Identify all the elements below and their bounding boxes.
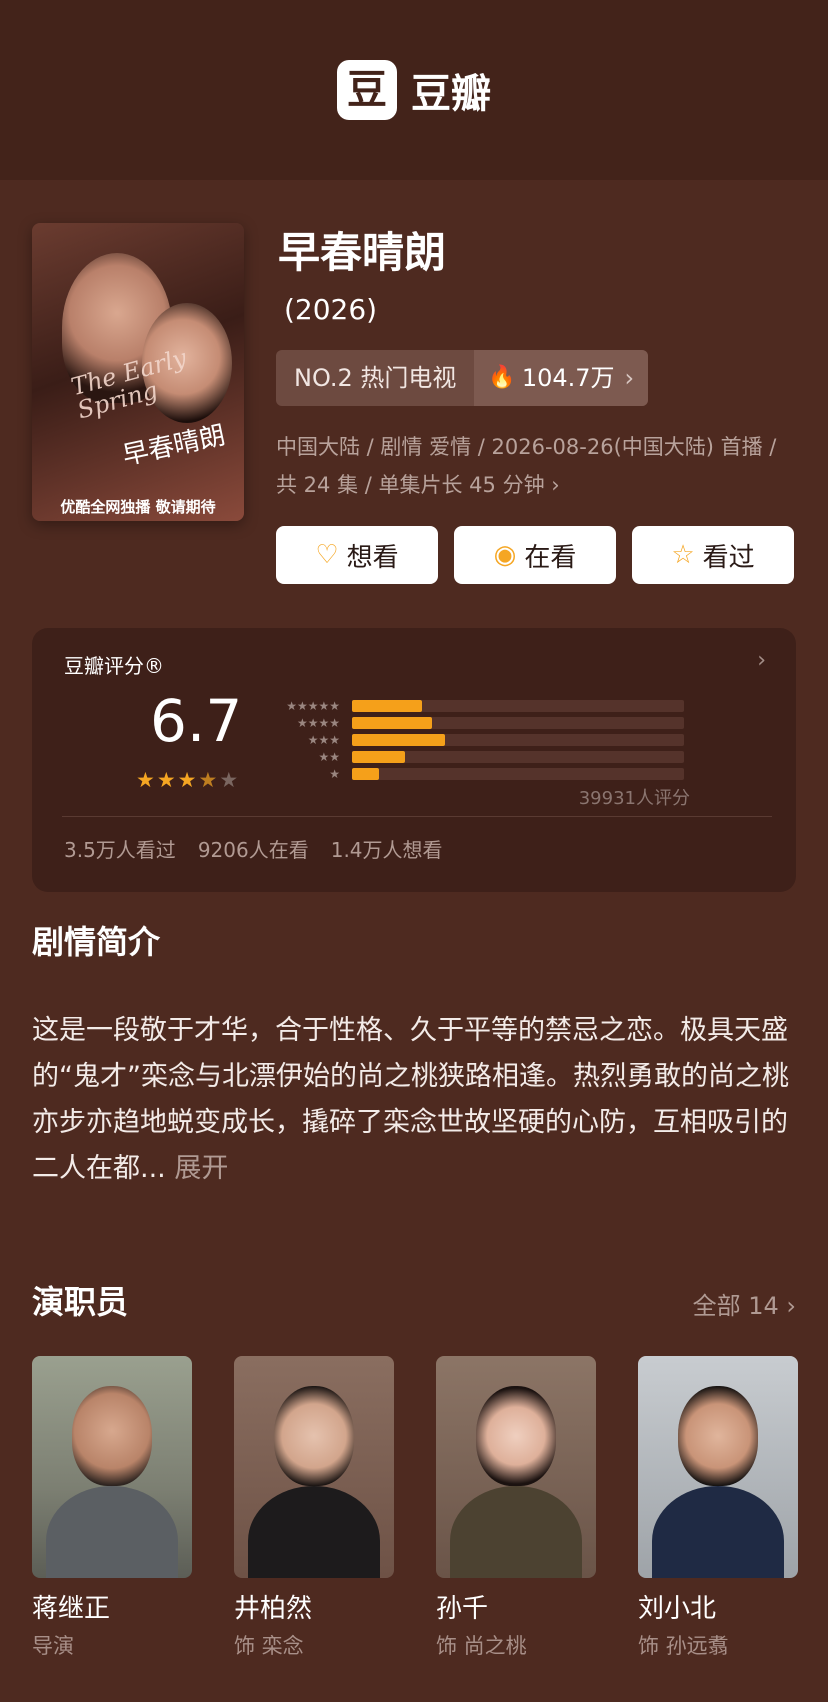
show-year: (2026) <box>284 293 378 326</box>
distribution-row: ★ <box>272 766 684 782</box>
distribution-fill <box>352 717 432 729</box>
cast-member[interactable]: 蒋继正 导演 <box>32 1356 192 1660</box>
distribution-row: ★★ <box>272 749 684 765</box>
chevron-right-icon: › <box>786 1292 796 1320</box>
ranking-badge[interactable]: NO.2 热门电视 🔥 104.7万 › <box>276 350 649 406</box>
cast-name: 孙千 <box>436 1594 489 1624</box>
rating-card[interactable]: 豆瓣评分® › 6.7 ★★★★★ ★★★★★ ★★★★ ★★★ ★★ ★ 39931人… <box>32 628 796 892</box>
distribution-track <box>352 700 684 712</box>
distribution-stars: ★ <box>329 767 340 781</box>
cast-list: 蒋继正 导演 井柏然 饰 栾念 孙千 饰 尚之桃 刘小北 饰 孙远翥 <box>32 1356 798 1660</box>
cast-photo-body <box>46 1486 178 1578</box>
star-icon: ★ <box>136 768 157 792</box>
distribution-row: ★★★★ <box>272 715 684 731</box>
chevron-right-icon: › <box>551 473 560 497</box>
app-title: 豆瓣 <box>411 71 491 117</box>
cast-all-link[interactable]: 全部 14 › <box>693 1286 796 1321</box>
target-icon: ◉ <box>493 540 517 570</box>
cast-name: 刘小北 <box>638 1594 717 1624</box>
cast-role: 饰 孙远翥 <box>638 1634 729 1658</box>
star-empty-icon: ★ <box>219 768 241 792</box>
stat-want[interactable]: 1.4万人想看 <box>331 834 443 863</box>
douban-logo-icon: 豆 <box>337 60 397 120</box>
star-icon: ★ <box>177 768 199 792</box>
distribution-fill <box>352 768 379 780</box>
distribution-stars: ★★★ <box>307 733 340 747</box>
cast-photo-body <box>450 1486 582 1578</box>
cast-photo-body <box>652 1486 784 1578</box>
half-star-icon: ★ <box>198 768 220 792</box>
rating-score: 6.7 <box>150 687 243 755</box>
cast-title: 演职员 <box>32 1283 129 1321</box>
distribution-row: ★★★★★ <box>272 698 684 714</box>
cast-all-label: 全部 14 <box>692 1292 779 1320</box>
chevron-right-icon: › <box>624 364 635 392</box>
rating-count: 39931人评分 <box>578 788 690 809</box>
want-label: 想看 <box>346 542 399 573</box>
cast-role: 饰 栾念 <box>234 1634 304 1658</box>
synopsis-body: 这是一段敬于才华，合于性格、久于平等的禁忌之恋。极具天盛的“鬼才”栾念与北漂伊始… <box>32 1015 789 1184</box>
watching-label: 在看 <box>524 542 577 573</box>
distribution-stars: ★★ <box>318 750 340 764</box>
cast-member[interactable]: 孙千 饰 尚之桃 <box>436 1356 596 1660</box>
watched-label: 看过 <box>702 542 755 573</box>
distribution-fill <box>352 700 422 712</box>
rating-stars: ★★★★★ <box>136 770 240 791</box>
cast-name: 蒋继正 <box>32 1594 111 1624</box>
app-header: 豆 豆瓣 <box>0 0 828 180</box>
cast-photo-head <box>274 1386 354 1486</box>
cast-photo-head <box>678 1386 758 1486</box>
distribution-track <box>352 717 684 729</box>
chevron-right-icon: › <box>757 648 766 673</box>
show-title: 早春晴朗 <box>278 228 447 277</box>
watching-button[interactable]: ◉ 在看 <box>454 526 616 584</box>
distribution-fill <box>352 734 445 746</box>
expand-link[interactable]: 展开 <box>174 1153 228 1184</box>
cast-photo-body <box>248 1486 380 1578</box>
watched-button[interactable]: ☆ 看过 <box>632 526 794 584</box>
cast-name: 井柏然 <box>234 1594 313 1624</box>
distribution-track <box>352 734 684 746</box>
poster-title-cn: 早春晴朗 <box>120 420 228 472</box>
rating-stats: 3.5万人看过 9206人在看 1.4万人想看 <box>64 834 443 863</box>
cast-member[interactable]: 刘小北 饰 孙远翥 <box>638 1356 798 1660</box>
cast-role: 导演 <box>32 1634 74 1658</box>
want-button[interactable]: ♡ 想看 <box>276 526 438 584</box>
divider <box>62 816 772 817</box>
cast-photo <box>234 1356 394 1578</box>
show-meta[interactable]: 中国大陆 / 剧情 爱情 / 2026-08-26(中国大陆) 首播 / 共 2… <box>276 428 801 504</box>
show-poster[interactable]: The Early Spring 早春晴朗 优酷全网独播 敬请期待 <box>32 223 244 521</box>
distribution-fill <box>352 751 405 763</box>
cast-photo-head <box>72 1386 152 1486</box>
heat-indicator: 🔥 104.7万 › <box>474 350 649 406</box>
cast-photo <box>436 1356 596 1578</box>
distribution-row: ★★★ <box>272 732 684 748</box>
rank-label: NO.2 热门电视 <box>294 364 457 392</box>
stat-watching[interactable]: 9206人在看 <box>198 834 309 863</box>
heart-plus-icon: ♡ <box>315 540 339 570</box>
distribution-track <box>352 751 684 763</box>
star-outline-icon: ☆ <box>671 540 695 570</box>
distribution-stars: ★★★★★ <box>286 699 340 713</box>
flame-icon: 🔥 <box>488 365 516 390</box>
cast-photo <box>638 1356 798 1578</box>
cast-photo <box>32 1356 192 1578</box>
synopsis-title: 剧情简介 <box>32 923 161 961</box>
synopsis-text: 这是一段敬于才华，合于性格、久于平等的禁忌之恋。极具天盛的“鬼才”栾念与北漂伊始… <box>32 1008 802 1192</box>
cast-role: 饰 尚之桃 <box>436 1634 527 1658</box>
distribution-track <box>352 768 684 780</box>
action-buttons: ♡ 想看 ◉ 在看 ☆ 看过 <box>276 526 794 584</box>
distribution-stars: ★★★★ <box>296 716 340 730</box>
stat-watched[interactable]: 3.5万人看过 <box>64 834 176 863</box>
heat-value: 104.7万 <box>521 364 615 392</box>
cast-photo-head <box>476 1386 556 1486</box>
star-icon: ★ <box>156 768 178 792</box>
rating-distribution: ★★★★★ ★★★★ ★★★ ★★ ★ <box>272 698 684 783</box>
cast-member[interactable]: 井柏然 饰 栾念 <box>234 1356 394 1660</box>
logo-glyph: 豆 <box>347 67 387 113</box>
poster-banner: 优酷全网独播 敬请期待 <box>60 498 216 516</box>
rating-label: 豆瓣评分® <box>64 654 164 678</box>
meta-text: 中国大陆 / 剧情 爱情 / 2026-08-26(中国大陆) 首播 / 共 2… <box>276 435 777 497</box>
